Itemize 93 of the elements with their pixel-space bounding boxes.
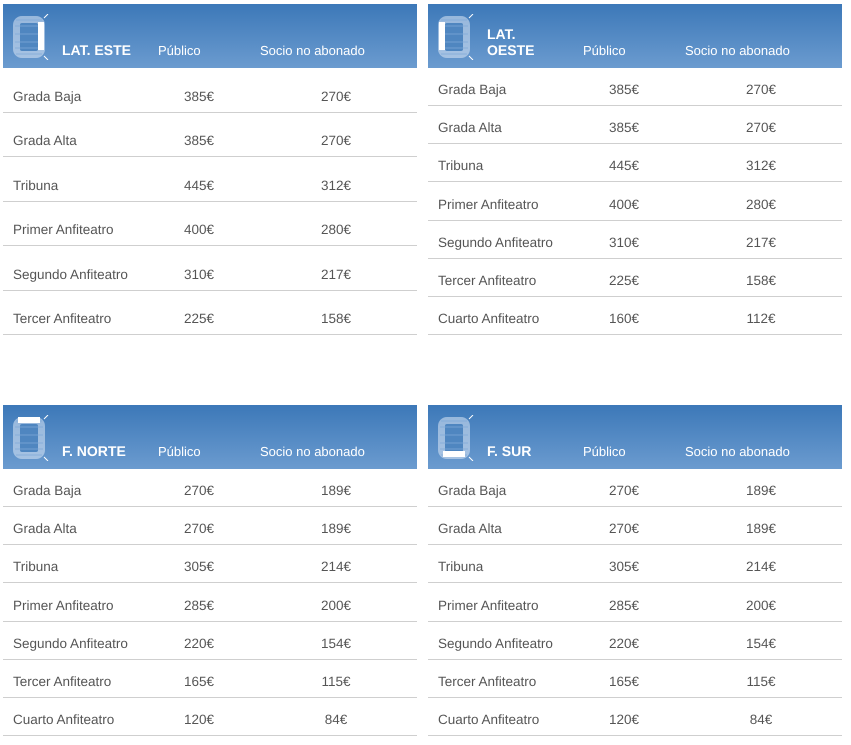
seat-zone: Grada Baja (437, 82, 508, 98)
column-header: Socio no abonado (260, 444, 365, 459)
price-cell-text: 445€ (608, 158, 640, 174)
price-cell-text: 115€ (745, 674, 777, 689)
price-cell-text: 220€ (608, 636, 640, 651)
seat-zone: Grada Baja (12, 88, 82, 104)
price-cell-text: 385€ (608, 120, 640, 136)
price-cell-text: 225€ (183, 311, 216, 326)
price-cell-text: 312€ (744, 158, 778, 174)
section-title: LAT. ESTE (61, 42, 132, 58)
section-title: F. NORTE (61, 443, 127, 459)
price-cell-text: 270€ (744, 120, 778, 136)
price-cell-text: 217€ (320, 266, 352, 282)
price-cell-text: 200€ (744, 598, 778, 613)
price-cell-text: 214€ (744, 559, 778, 574)
price-cell-text: 225€ (608, 272, 640, 288)
seat-zone: Tercer Anfiteatro (437, 674, 538, 689)
price-cell-text: 400€ (183, 222, 216, 237)
price-cell-text: 385€ (183, 88, 216, 104)
seat-zone: Grada Alta (12, 521, 78, 536)
seat-zone: Grada Baja (437, 483, 508, 498)
seat-zone: Grada Alta (437, 521, 503, 536)
price-cell-text: 158€ (744, 272, 778, 288)
price-cell-text: 158€ (320, 311, 352, 326)
price-cell-text: 385€ (183, 133, 216, 148)
section-title: F. SUR (486, 443, 532, 459)
seat-zone: Tercer Anfiteatro (12, 674, 112, 689)
price-cell-text: 270€ (744, 82, 778, 98)
seat-zone: Primer Anfiteatro (12, 222, 115, 237)
price-cell-text: 220€ (183, 636, 216, 651)
section-title: LAT. OESTE (486, 26, 536, 58)
price-cell-text: 270€ (183, 521, 216, 536)
seat-zone: Tercer Anfiteatro (437, 272, 538, 288)
seat-zone: Grada Alta (437, 120, 503, 136)
price-cell-text: 112€ (745, 310, 777, 326)
price-cell-text: 270€ (183, 483, 216, 498)
seat-zone: Grada Alta (12, 133, 78, 148)
price-cell-text: 445€ (183, 178, 216, 192)
price-cell-text: 165€ (183, 674, 216, 689)
seat-zone: Tribuna (12, 178, 60, 192)
price-cell-text: 189€ (320, 483, 352, 498)
price-cell-text: 189€ (744, 521, 778, 536)
price-cell-text: 312€ (320, 178, 352, 192)
price-cell-text: 270€ (320, 133, 352, 148)
price-cell-text: 270€ (320, 88, 352, 104)
seat-zone: Grada Baja (12, 483, 82, 498)
price-cell-text: 165€ (608, 674, 640, 689)
column-header: Socio no abonado (685, 43, 790, 58)
price-cell-text: 400€ (608, 196, 640, 212)
price-cell-text: 305€ (183, 559, 216, 574)
seat-zone: Primer Anfiteatro (437, 598, 540, 613)
price-cell-text: 280€ (744, 196, 778, 212)
column-header: Público (158, 444, 202, 459)
seat-zone: Segundo Anfiteatro (12, 636, 129, 651)
seat-zone: Segundo Anfiteatro (437, 234, 554, 250)
price-cell-text: 84€ (748, 712, 774, 727)
price-cell-text: 310€ (608, 234, 640, 250)
seat-zone: Tribuna (437, 158, 484, 174)
price-cell-text: 214€ (320, 559, 352, 574)
column-header: Socio no abonado (685, 444, 790, 459)
seat-zone: Segundo Anfiteatro (12, 266, 129, 282)
price-cell-text: 160€ (608, 310, 640, 326)
seat-zone: Tribuna (437, 559, 484, 574)
price-cell-text: 285€ (183, 598, 216, 613)
price-cell-text: 154€ (744, 636, 778, 651)
price-cell-text: 305€ (608, 559, 640, 574)
seat-zone: Cuarto Anfiteatro (437, 310, 540, 326)
price-cell-text: 385€ (608, 82, 640, 98)
seat-zone: Segundo Anfiteatro (437, 636, 554, 651)
price-cell-text: 154€ (320, 636, 352, 651)
seat-zone: Tercer Anfiteatro (12, 311, 112, 326)
price-cell-text: 280€ (320, 222, 352, 237)
price-cell-text: 200€ (320, 598, 352, 613)
column-header: Público (158, 43, 202, 58)
column-header: Socio no abonado (260, 43, 365, 58)
price-cell-text: 217€ (744, 234, 778, 250)
price-cell-text: 120€ (608, 712, 640, 727)
seat-zone: Cuarto Anfiteatro (437, 712, 540, 727)
price-cell-text: 285€ (608, 598, 640, 613)
price-cell-text: 270€ (608, 521, 640, 536)
price-cell-text: 270€ (608, 483, 640, 498)
price-cell-text: 115€ (320, 674, 352, 689)
price-cell-text: 189€ (744, 483, 778, 498)
seat-zone: Cuarto Anfiteatro (12, 712, 116, 727)
column-header: Público (583, 444, 627, 459)
column-header: Público (583, 43, 627, 58)
seat-zone: Tribuna (12, 559, 60, 574)
price-cell-text: 84€ (324, 712, 348, 727)
seat-zone: Primer Anfiteatro (437, 196, 540, 212)
price-cell-text: 189€ (320, 521, 352, 536)
price-cell-text: 120€ (183, 712, 216, 727)
price-cell-text: 310€ (183, 266, 216, 282)
seat-zone: Primer Anfiteatro (12, 598, 115, 613)
